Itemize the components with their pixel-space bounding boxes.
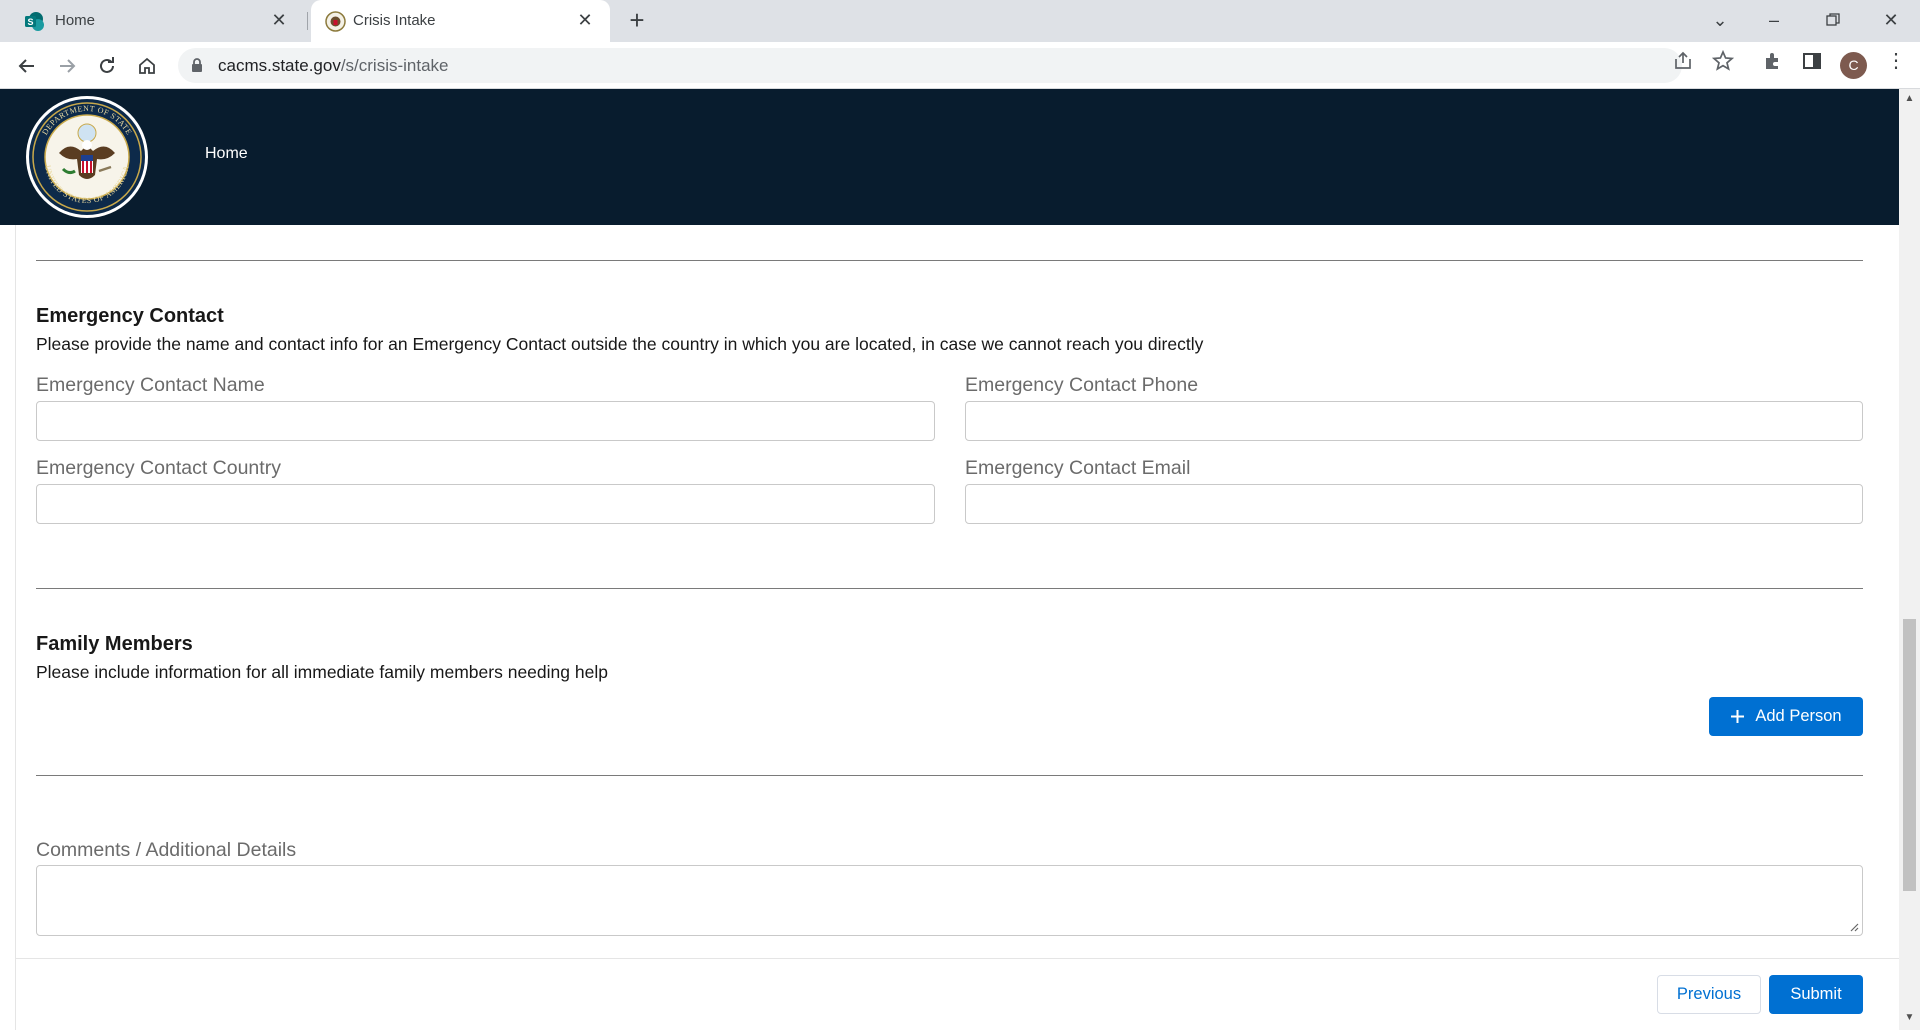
sharepoint-icon: S <box>25 12 44 31</box>
previous-button[interactable]: Previous <box>1657 975 1761 1014</box>
browser-toolbar: cacms.state.gov/s/crisis-intake C ⋮ <box>0 42 1920 89</box>
emergency-contact-phone-label: Emergency Contact Phone <box>965 374 1199 396</box>
address-bar[interactable]: cacms.state.gov/s/crisis-intake <box>178 48 1682 83</box>
emergency-contact-phone-input[interactable] <box>965 401 1863 441</box>
lock-icon <box>192 58 202 72</box>
nav-home-link[interactable]: Home <box>205 145 248 163</box>
family-members-heading: Family Members <box>36 633 193 655</box>
extensions-icon[interactable] <box>1762 50 1784 72</box>
reload-icon[interactable] <box>93 52 121 80</box>
side-panel-icon[interactable] <box>1801 50 1823 72</box>
tab-home[interactable]: S Home ✕ <box>0 0 304 42</box>
url-text: cacms.state.gov/s/crisis-intake <box>218 56 449 75</box>
scroll-down-arrow-icon[interactable]: ▼ <box>1903 1011 1916 1025</box>
share-icon[interactable] <box>1672 50 1694 72</box>
card-border <box>15 225 16 1030</box>
crisis-intake-form: Emergency Contact Please provide the nam… <box>0 225 1899 1030</box>
emergency-contact-email-label: Emergency Contact Email <box>965 457 1191 479</box>
scroll-thumb[interactable] <box>1903 619 1916 891</box>
add-person-label: Add Person <box>1755 707 1842 725</box>
resize-handle-icon[interactable] <box>1849 922 1859 932</box>
state-dept-seal-icon <box>325 11 346 32</box>
emergency-contact-email-input[interactable] <box>965 484 1863 524</box>
emergency-contact-name-label: Emergency Contact Name <box>36 374 265 396</box>
emergency-contact-name-input[interactable] <box>36 401 935 441</box>
emergency-contact-country-input[interactable] <box>36 484 935 524</box>
site-header: DEPARTMENT OF STATE UNITED STATES OF AME… <box>0 89 1899 225</box>
tab-crisis-intake[interactable]: Crisis Intake ✕ <box>311 0 610 42</box>
restore-icon[interactable] <box>1818 5 1848 35</box>
tab-search-icon[interactable]: ⌄ <box>1705 5 1735 35</box>
svg-text:S: S <box>27 17 33 27</box>
emergency-contact-country-label: Emergency Contact Country <box>36 457 281 479</box>
browser-menu-icon[interactable]: ⋮ <box>1885 50 1907 72</box>
forward-icon[interactable] <box>53 52 81 80</box>
submit-button[interactable]: Submit <box>1769 975 1863 1014</box>
new-tab-button[interactable]: + <box>624 7 650 34</box>
form-footer-divider <box>15 958 1899 959</box>
emergency-contact-heading: Emergency Contact <box>36 305 224 327</box>
state-dept-seal-logo[interactable]: DEPARTMENT OF STATE UNITED STATES OF AME… <box>25 95 149 219</box>
tab-divider <box>307 12 308 30</box>
profile-avatar[interactable]: C <box>1840 52 1867 79</box>
close-window-icon[interactable]: ✕ <box>1876 5 1906 35</box>
comments-textarea[interactable] <box>36 865 1863 936</box>
section-divider <box>36 588 1863 589</box>
home-icon[interactable] <box>133 52 161 80</box>
page-scrollbar[interactable]: ▲ ▼ <box>1899 89 1920 1030</box>
minimize-icon[interactable]: – <box>1759 5 1789 35</box>
comments-label: Comments / Additional Details <box>36 839 297 861</box>
add-person-button[interactable]: Add Person <box>1709 697 1863 736</box>
section-divider <box>36 775 1863 776</box>
browser-tab-strip: S Home ✕ Crisis Intake ✕ + ⌄ – ✕ <box>0 0 1920 42</box>
close-tab-icon[interactable]: ✕ <box>268 9 290 31</box>
section-divider <box>36 260 1863 261</box>
bookmark-star-icon[interactable] <box>1711 49 1735 72</box>
plus-icon <box>1731 710 1745 723</box>
tab-title: Home <box>55 12 96 29</box>
back-icon[interactable] <box>13 52 41 80</box>
tab-title: Crisis Intake <box>353 12 436 29</box>
family-members-description: Please include information for all immed… <box>36 662 608 682</box>
emergency-contact-description: Please provide the name and contact info… <box>36 334 1204 354</box>
close-tab-icon[interactable]: ✕ <box>574 9 596 31</box>
scroll-up-arrow-icon[interactable]: ▲ <box>1903 92 1916 106</box>
